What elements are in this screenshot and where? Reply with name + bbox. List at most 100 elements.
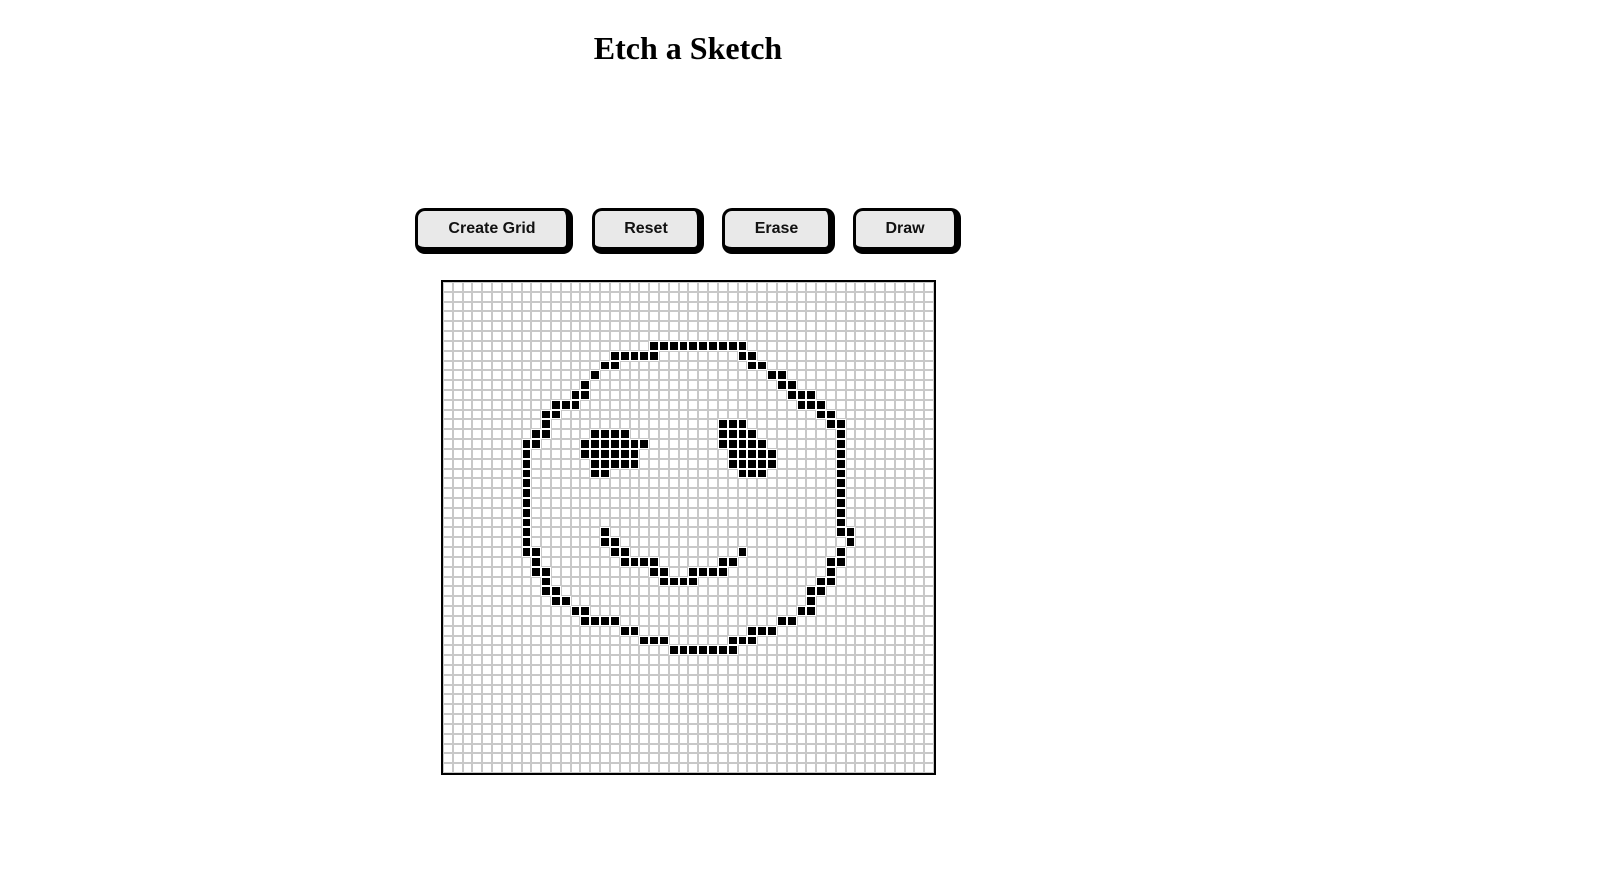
grid-cell[interactable] <box>600 733 610 744</box>
grid-cell[interactable] <box>600 517 610 528</box>
grid-cell[interactable] <box>776 537 787 548</box>
grid-cell[interactable] <box>678 517 689 528</box>
grid-cell[interactable] <box>580 507 591 518</box>
grid-cell[interactable] <box>678 458 689 469</box>
grid-cell[interactable] <box>924 586 934 597</box>
grid-cell[interactable] <box>462 331 473 341</box>
grid-cell[interactable] <box>462 684 473 695</box>
grid-cell[interactable] <box>492 635 502 646</box>
grid-cell[interactable] <box>501 527 512 538</box>
grid-cell[interactable] <box>639 743 650 754</box>
grid-cell[interactable] <box>659 301 669 312</box>
grid-cell[interactable] <box>796 645 807 656</box>
grid-cell[interactable] <box>600 321 610 332</box>
grid-cell[interactable] <box>541 439 552 449</box>
grid-cell[interactable] <box>924 674 934 685</box>
grid-cell[interactable] <box>600 606 610 616</box>
grid-cell[interactable] <box>806 380 817 391</box>
grid-cell[interactable] <box>600 723 610 734</box>
grid-cell[interactable] <box>796 311 807 322</box>
grid-cell[interactable] <box>511 360 522 371</box>
grid-cell[interactable] <box>600 439 610 449</box>
grid-cell[interactable] <box>875 301 885 312</box>
grid-cell[interactable] <box>914 311 925 322</box>
grid-cell[interactable] <box>492 340 502 351</box>
grid-cell[interactable] <box>639 517 650 528</box>
grid-cell[interactable] <box>914 399 925 410</box>
grid-cell[interactable] <box>875 488 885 499</box>
grid-cell[interactable] <box>914 615 925 626</box>
grid-cell[interactable] <box>904 723 915 734</box>
grid-cell[interactable] <box>511 537 522 548</box>
grid-cell[interactable] <box>855 733 866 744</box>
grid-cell[interactable] <box>698 655 709 665</box>
grid-cell[interactable] <box>629 625 640 636</box>
grid-cell[interactable] <box>580 635 591 646</box>
grid-cell[interactable] <box>698 753 709 764</box>
grid-cell[interactable] <box>727 684 738 695</box>
grid-cell[interactable] <box>590 458 601 469</box>
grid-cell[interactable] <box>914 419 925 430</box>
grid-cell[interactable] <box>452 380 463 391</box>
grid-cell[interactable] <box>688 390 699 400</box>
grid-cell[interactable] <box>855 684 866 695</box>
grid-cell[interactable] <box>531 331 542 341</box>
grid-cell[interactable] <box>806 282 817 292</box>
grid-cell[interactable] <box>708 321 718 332</box>
grid-cell[interactable] <box>924 488 934 499</box>
grid-cell[interactable] <box>914 439 925 449</box>
grid-cell[interactable] <box>629 429 640 440</box>
grid-cell[interactable] <box>698 684 709 695</box>
grid-cell[interactable] <box>570 596 581 607</box>
grid-cell[interactable] <box>482 311 493 322</box>
grid-cell[interactable] <box>786 576 797 587</box>
grid-cell[interactable] <box>492 291 502 302</box>
grid-cell[interactable] <box>747 763 758 773</box>
grid-cell[interactable] <box>668 674 679 685</box>
grid-cell[interactable] <box>570 684 581 695</box>
grid-cell[interactable] <box>472 635 483 646</box>
grid-cell[interactable] <box>816 399 826 410</box>
grid-cell[interactable] <box>698 291 709 302</box>
grid-cell[interactable] <box>688 301 699 312</box>
grid-cell[interactable] <box>796 458 807 469</box>
grid-cell[interactable] <box>678 370 689 381</box>
grid-cell[interactable] <box>727 645 738 656</box>
grid-cell[interactable] <box>501 291 512 302</box>
grid-cell[interactable] <box>482 527 493 538</box>
grid-cell[interactable] <box>462 674 473 685</box>
grid-cell[interactable] <box>786 714 797 724</box>
grid-cell[interactable] <box>629 517 640 528</box>
grid-cell[interactable] <box>767 576 777 587</box>
grid-cell[interactable] <box>580 606 591 616</box>
grid-cell[interactable] <box>796 507 807 518</box>
grid-cell[interactable] <box>767 419 777 430</box>
grid-cell[interactable] <box>501 576 512 587</box>
grid-cell[interactable] <box>521 645 532 656</box>
grid-cell[interactable] <box>472 301 483 312</box>
grid-cell[interactable] <box>649 360 660 371</box>
grid-cell[interactable] <box>600 360 610 371</box>
create-grid-button[interactable]: Create Grid <box>415 208 573 254</box>
grid-cell[interactable] <box>609 439 620 449</box>
grid-cell[interactable] <box>482 714 493 724</box>
grid-cell[interactable] <box>678 674 689 685</box>
grid-cell[interactable] <box>511 291 522 302</box>
grid-cell[interactable] <box>737 439 748 449</box>
grid-cell[interactable] <box>806 664 817 675</box>
grid-cell[interactable] <box>580 723 591 734</box>
grid-cell[interactable] <box>717 448 728 459</box>
grid-cell[interactable] <box>462 733 473 744</box>
grid-cell[interactable] <box>914 556 925 567</box>
grid-cell[interactable] <box>600 704 610 715</box>
grid-cell[interactable] <box>580 370 591 381</box>
grid-cell[interactable] <box>472 625 483 636</box>
grid-cell[interactable] <box>492 301 502 312</box>
grid-cell[interactable] <box>443 635 453 646</box>
grid-cell[interactable] <box>894 655 905 665</box>
grid-cell[interactable] <box>884 488 895 499</box>
grid-cell[interactable] <box>924 439 934 449</box>
grid-cell[interactable] <box>668 743 679 754</box>
grid-cell[interactable] <box>708 645 718 656</box>
grid-cell[interactable] <box>875 606 885 616</box>
